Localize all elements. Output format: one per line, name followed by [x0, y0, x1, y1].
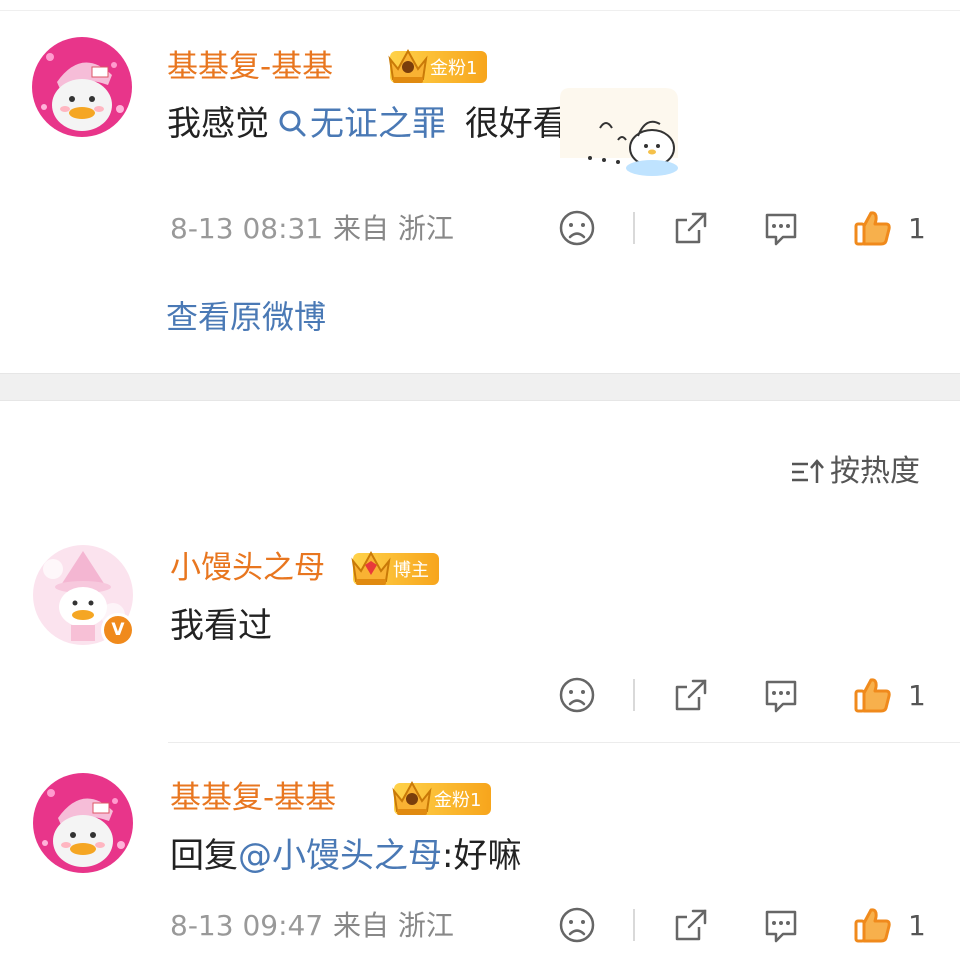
comment-button[interactable] [759, 206, 803, 250]
like-icon [854, 211, 891, 246]
comment-button[interactable] [759, 903, 803, 947]
sort-icon [792, 459, 824, 483]
dislike-button[interactable] [555, 673, 599, 717]
avatar-image [33, 773, 133, 873]
crown-icon [390, 777, 434, 817]
sort-label: 按热度 [830, 454, 920, 489]
like-button[interactable] [851, 903, 895, 947]
comment-text: 我感觉 无证之罪 很好看 [167, 100, 567, 148]
like-count: 1 [908, 679, 926, 712]
like-count: 1 [908, 212, 926, 245]
comment-icon [765, 910, 797, 943]
fan-badge[interactable]: 金粉1 [392, 780, 492, 815]
author-badge[interactable]: 博主 [351, 550, 439, 585]
sad-face-icon [559, 677, 595, 713]
badge-label: 博主 [393, 560, 429, 581]
share-icon [675, 679, 707, 711]
comment-time: 8-13 08:31 [170, 212, 324, 245]
search-icon [279, 110, 306, 137]
like-icon [854, 908, 891, 943]
like-button[interactable] [851, 206, 895, 250]
comment-source: 来自 浙江 [333, 212, 454, 245]
badge-label: 金粉1 [430, 58, 478, 79]
avatar[interactable] [33, 773, 133, 873]
comment-icon [765, 680, 797, 713]
mention-link[interactable]: @小馒头之母 [238, 836, 442, 876]
crown-icon [386, 45, 430, 85]
username[interactable]: 基基复-基基 [167, 47, 333, 87]
topic-label: 无证之罪 [310, 104, 446, 144]
avatar[interactable] [32, 37, 132, 137]
share-button[interactable] [669, 903, 713, 947]
fan-badge[interactable]: 金粉1 [388, 48, 488, 83]
reply-body: :好嘛 [442, 836, 522, 876]
verified-icon: V [101, 613, 135, 647]
like-button[interactable] [851, 673, 895, 717]
comment-time: 8-13 09:47 [170, 909, 324, 942]
section-divider [0, 373, 960, 401]
sad-face-icon [559, 907, 595, 943]
share-button[interactable] [669, 206, 713, 250]
comment-text: 我看过 [170, 606, 272, 646]
action-separator [633, 909, 635, 941]
share-icon [675, 212, 707, 244]
sort-button[interactable]: 按热度 [790, 452, 920, 492]
comment-text-suffix: 很好看 [464, 104, 567, 144]
dislike-button[interactable] [555, 206, 599, 250]
crown-icon [349, 547, 393, 587]
comment-source: 来自 浙江 [333, 909, 454, 942]
share-icon [675, 909, 707, 941]
dislike-button[interactable] [555, 903, 599, 947]
comment-icon [765, 213, 797, 246]
like-icon [854, 678, 891, 713]
sticker-image [560, 88, 710, 178]
action-separator [633, 212, 635, 244]
action-separator [633, 679, 635, 711]
comment-divider [168, 742, 960, 743]
avatar-image [32, 37, 132, 137]
username[interactable]: 小馒头之母 [170, 548, 325, 588]
username[interactable]: 基基复-基基 [170, 778, 336, 818]
reply-prefix: 回复 [170, 836, 238, 876]
view-original-link[interactable]: 查看原微博 [166, 297, 326, 337]
sad-face-icon [559, 210, 595, 246]
comment-text-prefix: 我感觉 [167, 104, 269, 144]
top-divider [0, 10, 960, 11]
badge-label: 金粉1 [434, 790, 482, 811]
share-button[interactable] [669, 673, 713, 717]
topic-link[interactable]: 无证之罪 [269, 104, 446, 144]
comment-button[interactable] [759, 673, 803, 717]
like-count: 1 [908, 909, 926, 942]
reply-text: 回复@小馒头之母:好嘛 [170, 832, 521, 880]
